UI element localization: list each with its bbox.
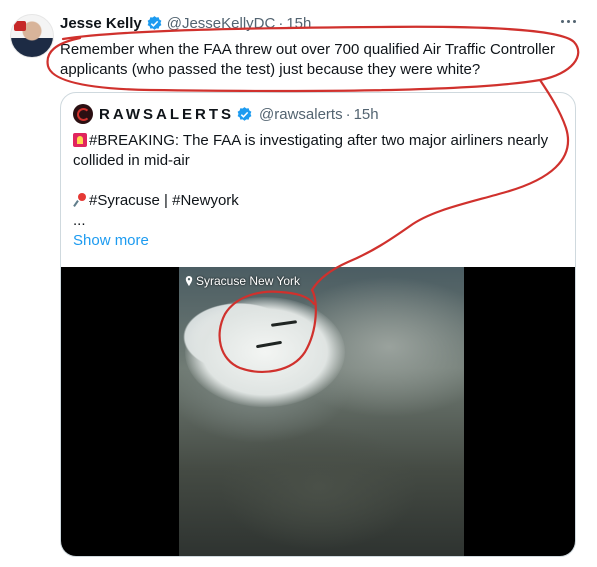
quoted-tweet[interactable]: RAWSALERTS @rawsalerts · 15h #BREAKING: … — [60, 92, 576, 557]
quoted-header: RAWSALERTS @rawsalerts · 15h — [73, 103, 379, 125]
verified-badge-icon — [147, 15, 162, 30]
separator-dot: · — [345, 105, 351, 123]
quoted-text-line: #BREAKING: The FAA is investigating afte… — [73, 132, 549, 169]
separator-dot: · — [278, 14, 284, 32]
verified-badge-icon — [237, 106, 252, 121]
tweet-text: Remember when the FAA threw out over 700… — [60, 41, 555, 78]
sun-glare — [185, 297, 345, 407]
author-name[interactable]: Jesse Kelly — [60, 15, 142, 32]
location-pin-icon — [185, 276, 193, 286]
quoted-body: #BREAKING: The FAA is investigating afte… — [73, 131, 563, 251]
author-avatar[interactable] — [10, 14, 54, 58]
author-handle[interactable]: @JesseKellyDC — [167, 15, 276, 32]
quoted-author-name[interactable]: RAWSALERTS — [99, 106, 234, 123]
quoted-author-avatar[interactable] — [73, 104, 93, 124]
video-media[interactable]: Syracuse New York — [61, 267, 575, 556]
quoted-ellipsis: ... — [73, 212, 86, 229]
quoted-timestamp[interactable]: 15h — [354, 106, 379, 123]
video-frame[interactable]: Syracuse New York — [179, 267, 464, 556]
tweet-timestamp[interactable]: 15h — [286, 15, 311, 32]
more-options-icon[interactable] — [557, 14, 579, 28]
location-label: Syracuse New York — [196, 274, 301, 288]
show-more-link[interactable]: Show more — [73, 232, 149, 249]
quoted-hashtags[interactable]: #Syracuse | #Newyork — [89, 192, 239, 209]
quoted-author-handle[interactable]: @rawsalerts — [259, 106, 343, 123]
pushpin-emoji-icon — [73, 193, 87, 207]
location-overlay: Syracuse New York — [185, 274, 300, 288]
tweet-header: Jesse Kelly @JesseKellyDC · 15h — [60, 12, 311, 34]
siren-emoji-icon — [73, 133, 87, 147]
